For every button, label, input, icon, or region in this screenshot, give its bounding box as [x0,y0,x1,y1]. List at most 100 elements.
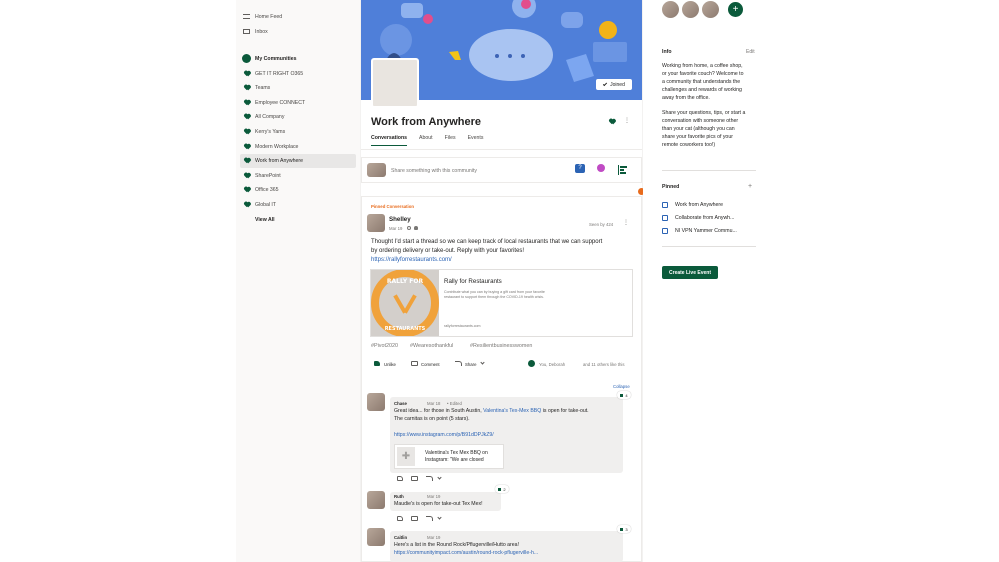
nav-my-communities[interactable]: My Communities [240,52,356,66]
nav-community-item[interactable]: Global IT [240,198,356,212]
comment-date: Mar 18 [427,401,441,406]
community-title: Work from Anywhere [371,116,482,128]
post-link[interactable]: https://rallyforrestaurants.com/ [371,257,452,263]
comment-link[interactable]: https://www.instagram.com/p/B91dDPJkZ9/ [394,432,494,438]
hashtag[interactable]: #Resilientbusinesswomen [470,343,532,349]
comment-icon[interactable] [411,361,418,366]
create-live-event-button[interactable]: Create Live Event [662,266,718,279]
favorite-heart-icon[interactable] [609,119,615,125]
post-author-name[interactable]: Shelley [389,216,411,223]
hashtag[interactable]: #Pivot2020 [371,343,398,349]
nav-community-item[interactable]: Kerry's Yams [240,125,356,139]
seen-by-count[interactable]: Seen by 424 [589,222,613,227]
pinned-item-label: Work from Anywhere [675,202,724,208]
likes-others[interactable]: and 11 others like this [583,362,624,367]
nav-inbox-label: Inbox [255,29,268,35]
heart-icon [244,187,250,193]
praise-icon[interactable] [597,164,605,174]
comment-avatar[interactable] [367,528,385,546]
share-icon[interactable] [455,361,462,366]
page-icon [662,202,668,208]
tab-events[interactable]: Events [468,135,484,146]
member-avatar[interactable] [662,1,679,18]
nav-view-all[interactable]: View All [240,213,356,227]
joined-button[interactable]: Joined [596,79,632,90]
nav-community-label: Modern Workplace [255,144,299,150]
comment-avatar[interactable] [367,491,385,509]
like-icon [620,527,624,531]
comment-mention-link[interactable]: Valentina's Tex-Mex BBQ [483,408,541,414]
like-icon[interactable] [397,476,403,481]
page-icon [662,228,668,234]
nav-community-item-selected[interactable]: Work from Anywhere [240,154,356,168]
comment-date: Mar 19 [427,535,441,540]
like-icon[interactable] [397,516,403,521]
like-icon [498,487,502,491]
like-icon[interactable] [374,361,380,366]
member-avatar[interactable] [682,1,699,18]
comment-like-count[interactable]: 3 [617,525,631,533]
comment-author[interactable]: Ruth [394,494,404,499]
nav-community-item[interactable]: Modern Workplace [240,140,356,154]
heart-icon [244,144,250,150]
more-options-icon[interactable]: ⋮ [624,117,630,124]
hashtag[interactable]: #Wearesothankful [410,343,453,349]
likes-you[interactable]: You, Deborah [539,362,565,367]
member-avatar[interactable] [702,1,719,18]
poll-icon[interactable] [618,165,627,175]
nav-community-item[interactable]: SharePoint [240,169,356,183]
comment-text: Here's a list in the Round Rock/Pflugerv… [394,542,519,548]
preview-title[interactable]: Rally for Restaurants [444,278,502,285]
pinned-item[interactable]: Collaborate from Anywh... [662,215,734,221]
tab-files[interactable]: Files [445,135,456,146]
rally-logo: RALLY FOR RESTAURANTS [371,270,439,336]
comment-icon[interactable] [411,476,418,481]
composer-input[interactable]: Share something with this community [391,168,477,174]
heart-icon [244,100,250,106]
rally-logo-graphic: RALLY FOR RESTAURANTS [371,270,439,336]
share-icon[interactable] [426,516,433,521]
nav-home-feed[interactable]: Home Feed [240,10,356,24]
comment-icon[interactable] [411,516,418,521]
pinned-conversation-label: Pinned Conversation [371,204,414,209]
comment-button[interactable]: Comment [421,362,440,367]
pinned-item[interactable]: NI VPN Yammer Commu... [662,228,737,234]
nav-community-label: GET IT RIGHT O365 [255,71,304,77]
embed-title: Valentina's Tex Mex BBQ on [425,450,488,456]
comment-like-count[interactable]: 2 [495,485,509,493]
info-description: or your favorite couch? Welcome to [662,71,744,77]
unlike-button[interactable]: Unlike [384,362,396,367]
nav-community-label: Employee CONNECT [255,100,306,106]
nav-community-item[interactable]: Employee CONNECT [240,96,356,110]
community-cover-image [371,58,419,108]
nav-community-item[interactable]: Teams [240,81,356,95]
divider [662,170,756,171]
comment-text-pre: Great idea... for those in South Austin, [394,408,482,414]
nav-community-item[interactable]: Office 365 [240,183,356,197]
nav-my-communities-label: My Communities [255,56,297,62]
collapse-link[interactable]: Collapse [613,384,630,389]
add-member-button[interactable]: + [728,2,743,17]
comment-author[interactable]: Caitlin [394,535,407,540]
nav-community-label: SharePoint [255,173,281,179]
nav-inbox[interactable]: Inbox [240,25,356,39]
post-more-icon[interactable]: ⋮ [623,219,629,226]
post-author-avatar[interactable] [367,214,385,232]
tab-conversations[interactable]: Conversations [371,135,408,146]
liked-badge-icon [528,360,535,367]
nav-community-item[interactable]: All Company [240,110,356,124]
comment-link[interactable]: https://communityimpact.com/austin/round… [394,550,538,556]
question-icon[interactable]: ? [575,164,585,173]
add-pin-button[interactable]: + [748,183,752,190]
share-button[interactable]: Share [465,362,476,367]
pinned-item[interactable]: Work from Anywhere [662,202,723,208]
comment-like-count[interactable]: 4 [617,391,631,399]
info-edit-link[interactable]: Edit [746,49,755,55]
comment-author[interactable]: Chase [394,401,407,406]
share-icon[interactable] [426,476,433,481]
home-feed-icon [243,14,250,19]
tab-about[interactable]: About [419,135,433,146]
comment-avatar[interactable] [367,393,385,411]
nav-community-item[interactable]: GET IT RIGHT O365 [240,67,356,81]
community-tabs: Conversations About Files Events [371,135,483,146]
